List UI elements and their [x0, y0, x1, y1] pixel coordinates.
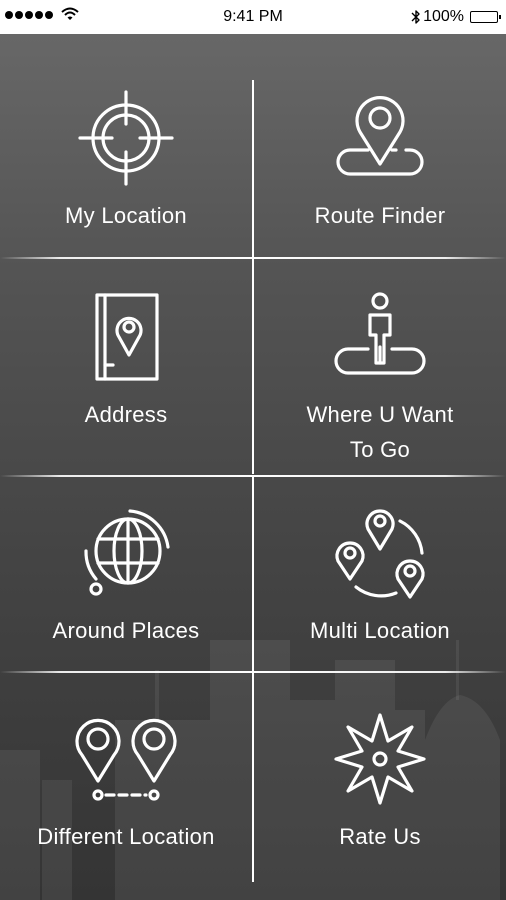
two-pins-icon — [75, 718, 177, 801]
tile-label: Route Finder — [314, 203, 446, 228]
status-right: 100% — [411, 8, 501, 26]
menu-tile-address[interactable]: Address — [0, 259, 252, 475]
globe-icon — [84, 509, 170, 596]
person-on-platform-icon — [334, 292, 426, 375]
address-book-icon — [95, 293, 159, 381]
map-pin-route-icon — [336, 96, 424, 176]
status-bar: 9:41 PM 100% — [0, 0, 506, 34]
battery-percent: 100% — [423, 8, 464, 25]
crosshair-icon — [78, 90, 174, 186]
tile-label: Address — [84, 402, 168, 427]
tile-label: Different Location — [37, 824, 215, 849]
menu-tile-my-location[interactable]: My Location — [0, 34, 252, 257]
battery-icon — [470, 11, 501, 23]
bluetooth-icon — [411, 10, 420, 24]
menu-tile-different-location[interactable]: Different Location — [0, 673, 252, 883]
tile-label: Multi Location — [310, 618, 450, 643]
menu-tile-where-u-want-to-go[interactable]: Where U Want To Go — [254, 259, 506, 475]
compass-star-icon — [334, 713, 426, 805]
menu-tile-around-places[interactable]: Around Places — [0, 477, 252, 671]
tile-label: Rate Us — [339, 824, 421, 849]
multi-pin-icon — [335, 509, 425, 599]
menu-tile-route-finder[interactable]: Route Finder — [254, 34, 506, 257]
tile-label: Around Places — [52, 618, 200, 643]
tile-label: My Location — [65, 203, 187, 228]
menu-tile-multi-location[interactable]: Multi Location — [254, 477, 506, 671]
app-screen: 9:41 PM 100% My Location Route Finder Ad… — [0, 0, 506, 900]
tile-label: Where U Want To Go — [306, 402, 454, 462]
menu-tile-rate-us[interactable]: Rate Us — [254, 673, 506, 883]
